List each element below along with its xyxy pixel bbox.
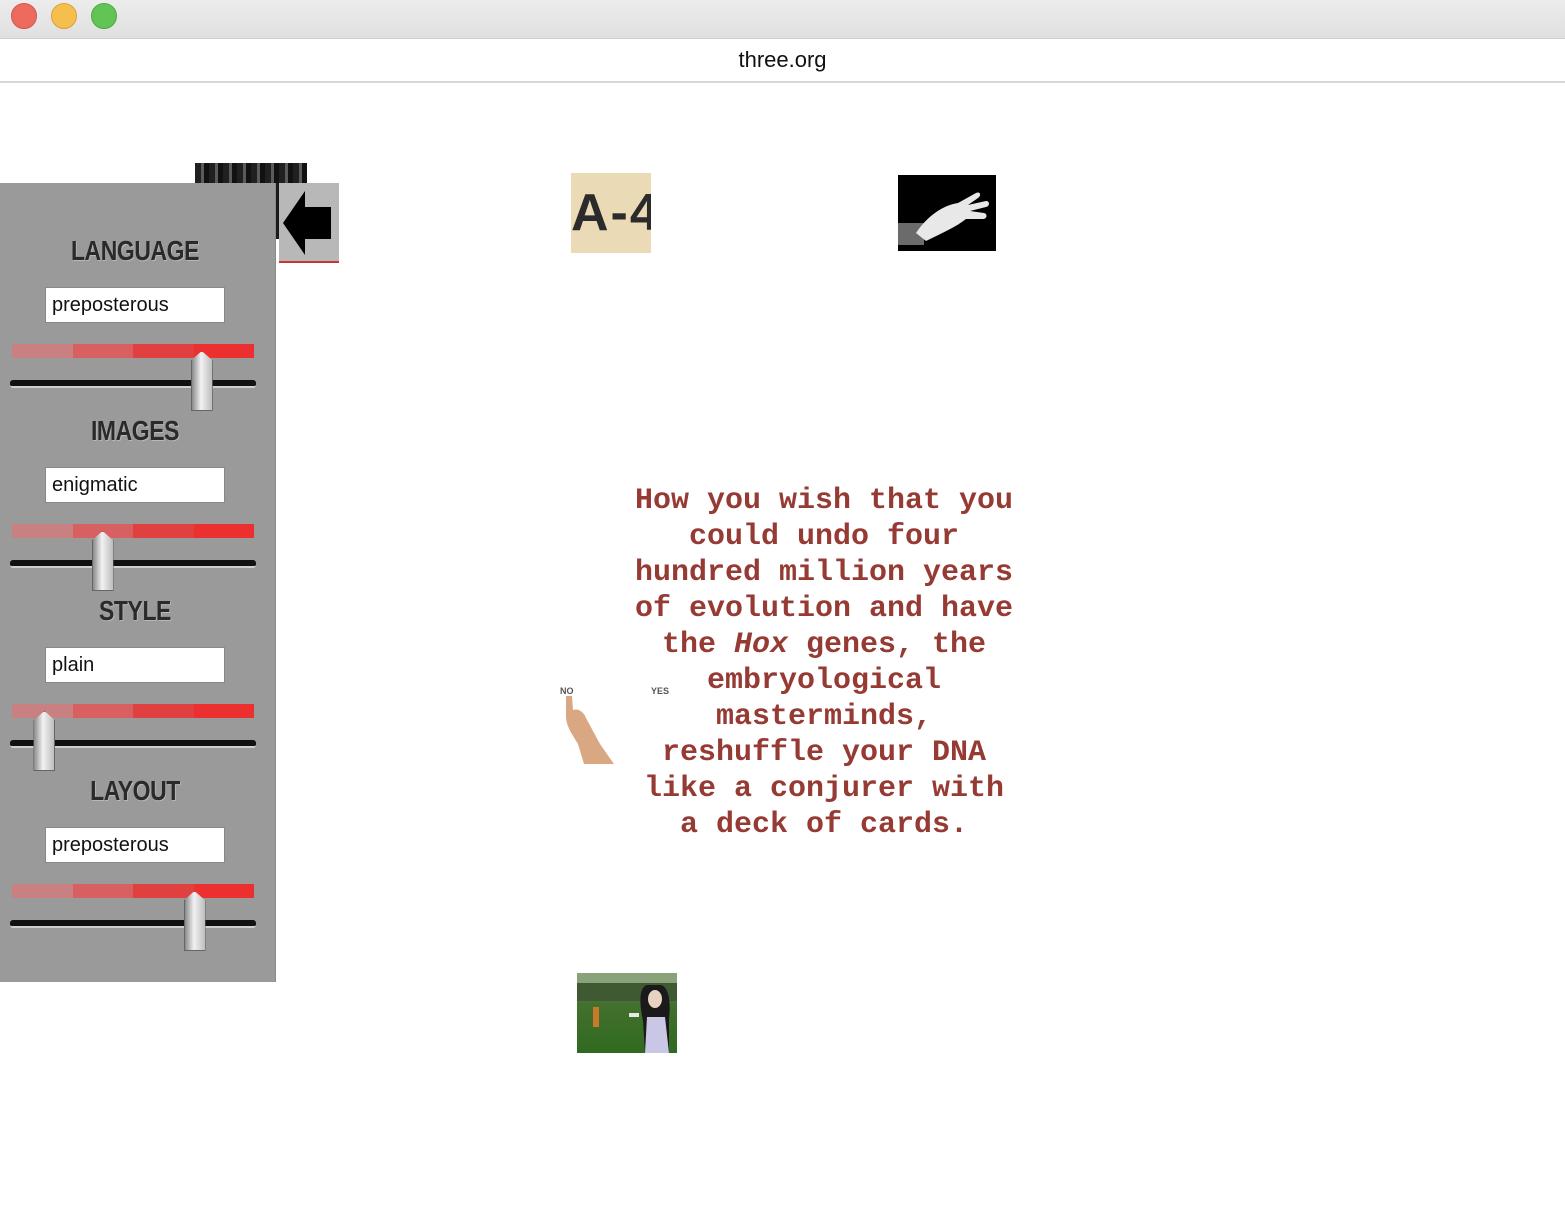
language-title: LANGUAGE [70,235,200,266]
no-label: NO [560,686,574,696]
layout-field[interactable]: preposterous [45,827,225,863]
layout-section: LAYOUT preposterous [0,723,275,951]
dark-photo-thumbnail[interactable] [195,163,307,183]
language-section: LANGUAGE preposterous [0,183,275,411]
images-title: IMAGES [90,415,180,446]
poem-hox-italic: Hox [733,628,788,662]
minimize-window-button[interactable] [51,3,77,29]
language-field[interactable]: preposterous [45,287,225,323]
woman-in-field-image [577,973,677,1053]
maximize-window-button[interactable] [91,3,117,29]
style-field[interactable]: plain [45,647,225,683]
style-title: STYLE [99,595,171,626]
control-panel: LANGUAGE preposterous IMAGES enigmatic S… [0,183,276,982]
page-url: three.org [738,47,827,72]
layout-slider-track[interactable] [10,920,256,928]
layout-scale [12,884,254,898]
address-bar[interactable]: three.org [0,39,1565,83]
layout-slider-thumb[interactable] [183,891,206,951]
language-scale [12,344,254,358]
back-arrow-button[interactable] [279,183,339,263]
images-section: IMAGES enigmatic [0,363,275,591]
layout-title: LAYOUT [90,775,180,806]
images-scale [12,524,254,538]
style-section: STYLE plain [0,543,275,771]
field-photo-thumbnail[interactable] [577,973,677,1053]
close-window-button[interactable] [11,3,37,29]
hand-image[interactable] [898,175,996,251]
a4-label-image[interactable]: A-4 [571,173,651,253]
window-titlebar [0,0,1565,39]
images-field[interactable]: enigmatic [45,467,225,503]
poem-text: How you wish that you could undo four hu… [630,483,1018,843]
a4-label-text: A-4 [571,184,651,242]
gloved-hand-icon [898,192,989,245]
left-arrow-icon [283,191,331,255]
